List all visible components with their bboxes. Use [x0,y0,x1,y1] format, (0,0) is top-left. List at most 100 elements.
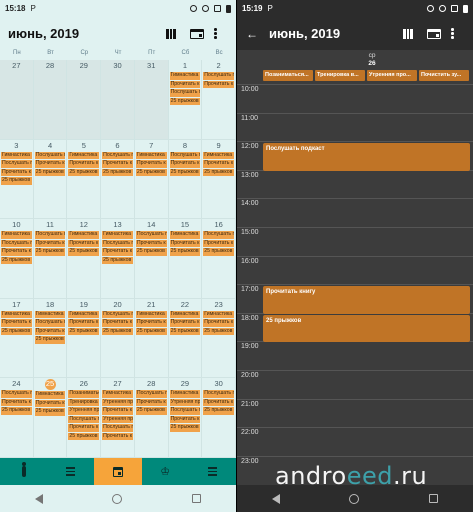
day-cell[interactable]: 9 Гимнастика Прочитать к 25 прыжков [202,139,236,220]
event-chip[interactable]: Прочитать к [102,160,133,168]
event-chip[interactable]: Послушать п [102,424,133,432]
event-chip[interactable]: Прочитать к [34,399,66,408]
more-options-icon[interactable] [214,28,228,39]
event-chip[interactable]: 25 прыжков [203,248,234,256]
event-chip[interactable]: Послушать п [34,231,66,239]
event-chip[interactable]: 25 прыжков [34,408,66,416]
event-chip[interactable]: Прочитать к [1,319,32,327]
view-columns-icon[interactable] [166,28,180,39]
event-chip[interactable]: Послушать п [34,319,66,327]
day-cell[interactable]: 27 Гимнастика Утренняя пр Прочитать к Утренн… [101,378,135,458]
event-chip[interactable]: Прочитать к [68,239,100,248]
timed-event[interactable]: Послушать подкаст [263,143,470,171]
event-chip[interactable]: Прочитать к [68,424,100,432]
event-chip[interactable]: Прочитать к [169,239,201,248]
day-cell[interactable]: 14 Послушать п Прочитать к 25 прыжков [134,219,169,299]
timed-event[interactable]: 25 прыжков [263,314,470,343]
nav-calendar-tab[interactable] [94,458,142,485]
event-chip[interactable]: 25 прыжков [135,168,167,177]
event-chip[interactable]: Прочитать к [203,398,234,407]
event-chip[interactable]: Послушать п [1,239,32,248]
event-chip[interactable]: 25 прыжков [135,407,167,415]
event-chip[interactable]: Послушать п [102,239,133,248]
allday-event[interactable]: Почистить зу... [419,70,469,81]
day-cell[interactable]: 19 Гимнастика Прочитать к 25 прыжков [67,298,102,379]
day-cell[interactable]: 30 [101,60,135,140]
event-chip[interactable]: 25 прыжков [1,177,32,185]
event-chip[interactable]: Гимнастика [203,151,234,160]
event-chip[interactable]: Утренняя пр [68,407,100,415]
timed-event[interactable]: Прочитать книгу [263,286,470,314]
event-chip[interactable]: Послушать п [135,390,167,398]
event-chip[interactable]: Прочитать к [135,160,167,168]
event-chip[interactable]: 25 прыжков [1,256,32,265]
event-chip[interactable]: Гимнастика [34,391,66,399]
event-chip[interactable]: Прочитать к [135,239,167,248]
event-chip[interactable]: Гимнастика [1,310,32,319]
event-chip[interactable]: Гимнастика [1,151,32,160]
event-chip[interactable]: Прочитать к [68,160,100,168]
event-chip[interactable]: 25 прыжков [102,256,133,265]
event-chip[interactable]: Прочитать к [102,407,133,415]
event-chip[interactable]: Прочитать к [1,398,32,407]
event-chip[interactable]: Прочитать к [34,239,66,248]
event-chip[interactable]: Гимнастика [203,310,234,319]
nav-habits-tab[interactable] [0,458,47,485]
event-chip[interactable]: Послушать п [169,151,201,160]
day-cell[interactable]: 29 Гимнастика Утренняя пр Послушать п Прочит… [168,378,203,458]
event-chip[interactable]: 25 прыжков [169,248,201,256]
event-chip[interactable]: Утренняя пр [102,415,133,424]
back-icon[interactable] [271,493,280,504]
event-chip[interactable]: 25 прыжков [203,407,234,415]
recents-icon[interactable] [192,494,202,503]
recents-icon[interactable] [429,494,439,503]
event-chip[interactable]: 25 прыжков [1,327,32,336]
event-chip[interactable]: Гимнастика [68,151,100,160]
event-chip[interactable]: Прочитать к [135,319,167,327]
back-arrow-icon[interactable]: ← [245,27,259,41]
day-cell[interactable]: 25 Гимнастика Прочитать к 25 прыжков [33,378,68,458]
event-chip[interactable]: Послушать п [68,415,100,424]
home-icon[interactable] [112,493,123,504]
event-chip[interactable]: Послушать п [135,231,167,239]
event-chip[interactable]: 25 прыжков [169,327,201,336]
day-cell[interactable]: 6 Послушать п Прочитать к 25 прыжков [101,139,135,220]
event-chip[interactable]: Прочитать к [102,319,133,327]
event-chip[interactable]: Прочитать к [1,248,32,256]
allday-event[interactable]: Тренировка в... [315,70,365,81]
event-chip[interactable]: 25 прыжков [203,168,234,177]
event-chip[interactable]: 25 прыжков [169,424,201,432]
event-chip[interactable]: 25 прыжков [68,248,100,256]
event-chip[interactable]: Гимнастика [68,231,100,239]
day-cell[interactable]: 12 Гимнастика Прочитать к 25 прыжков [67,219,102,299]
event-chip[interactable]: Послушать п [1,390,32,398]
event-chip[interactable]: 25 прыжков [68,327,100,336]
event-chip[interactable]: Гимнастика [169,390,201,398]
event-chip[interactable]: Послушать п [203,231,234,239]
nav-menu-tab[interactable] [189,458,236,485]
event-chip[interactable]: 25 прыжков [34,336,66,344]
event-chip[interactable]: Прочитать к [102,432,133,441]
event-chip[interactable]: Прочитать к [169,160,201,168]
allday-event[interactable]: Утренняя про... [367,70,417,81]
day-cell[interactable]: 27 [0,60,34,140]
nav-list-tab[interactable] [47,458,94,485]
event-chip[interactable]: 25 прыжков [102,327,133,336]
event-chip[interactable]: 25 прыжков [34,168,66,177]
day-cell[interactable]: 3 Гимнастика Послушать п Прочитать к 25 прыж… [0,139,34,220]
day-cell[interactable]: 28 Послушать п Прочитать к 25 прыжков [134,378,169,458]
event-chip[interactable]: Утренняя пр [102,398,133,407]
day-cell[interactable]: 30 Послушать п Прочитать к 25 прыжков [202,378,236,458]
day-cell[interactable]: 2 Послушать п Прочитать к [202,60,236,140]
allday-event[interactable]: Позаниматься... [263,70,313,81]
event-chip[interactable]: Прочитать к [203,319,234,327]
event-chip[interactable]: Гимнастика [1,231,32,239]
event-chip[interactable]: 25 прыжков [169,97,201,105]
day-cell[interactable]: 13 Гимнастика Послушать п Прочитать к 25 пры… [101,219,135,299]
day-cell[interactable]: 18 Гимнастика Послушать п Прочитать к 25 пры… [33,298,68,379]
event-chip[interactable]: 25 прыжков [203,327,234,336]
event-chip[interactable]: 25 прыжков [169,168,201,177]
event-chip[interactable]: 25 прыжков [135,248,167,256]
month-title[interactable]: июнь, 2019 [8,26,156,41]
event-chip[interactable]: Послушать п [169,89,201,97]
